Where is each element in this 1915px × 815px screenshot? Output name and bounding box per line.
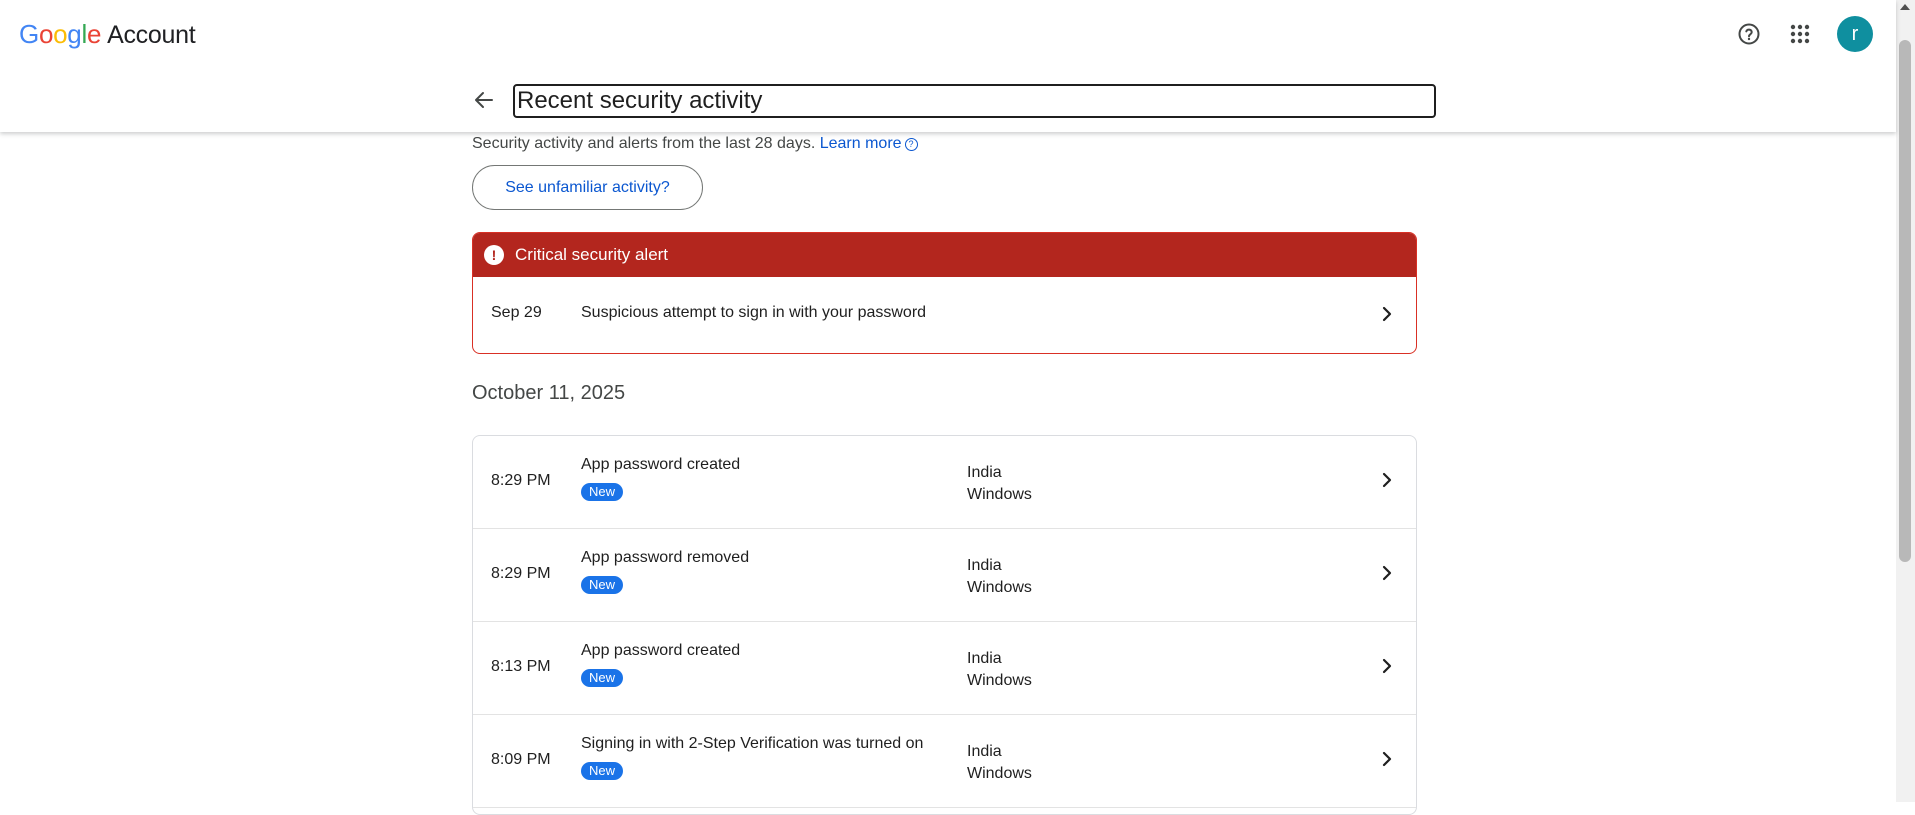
event-country: India bbox=[967, 464, 1002, 481]
section-date-heading: October 11, 2025 bbox=[472, 382, 626, 404]
event-device: Windows bbox=[967, 486, 1032, 503]
google-account-logo[interactable]: Google Account bbox=[19, 18, 196, 50]
event-location: India Windows bbox=[967, 555, 1032, 599]
learn-more-link[interactable]: Learn more? bbox=[820, 135, 918, 152]
alert-date: Sep 29 bbox=[491, 304, 542, 321]
activity-row[interactable]: 8:13 PM App password created New India W… bbox=[473, 622, 1416, 715]
alert-title: Suspicious attempt to sign in with your … bbox=[581, 304, 927, 321]
event-country: India bbox=[967, 650, 1002, 667]
product-name: Account bbox=[107, 21, 196, 49]
logo-letter: e bbox=[86, 19, 102, 49]
logo-letter: o bbox=[53, 19, 68, 49]
arrow-back-icon bbox=[475, 92, 493, 108]
event-title: App password created bbox=[581, 642, 741, 659]
event-time: 8:29 PM bbox=[491, 472, 551, 489]
activity-row[interactable]: 8:29 PM App password created New India W… bbox=[473, 436, 1416, 529]
activity-list: 8:29 PM App password created New India W… bbox=[472, 435, 1417, 815]
new-badge: New bbox=[581, 669, 624, 687]
chevron-right-icon bbox=[1382, 658, 1392, 674]
event-device: Windows bbox=[967, 765, 1032, 782]
page-scrollbar[interactable] bbox=[1896, 0, 1915, 802]
event-title: Signing in with 2-Step Verification was … bbox=[581, 735, 924, 752]
event-time: 8:29 PM bbox=[491, 565, 551, 582]
event-title: App password removed bbox=[581, 549, 750, 566]
page-title: Recent security activity bbox=[513, 84, 1436, 118]
chevron-right-icon bbox=[1382, 751, 1392, 767]
intro-description: Security activity and alerts from the la… bbox=[472, 135, 816, 152]
top-app-bar: Google Account r Recent security activit… bbox=[0, 0, 1896, 132]
activity-row[interactable]: 8:09 PM Signing in with 2-Step Verificat… bbox=[473, 715, 1416, 808]
scroll-up-arrow-icon[interactable] bbox=[1900, 4, 1910, 10]
event-title: App password created bbox=[581, 456, 741, 473]
chevron-right-icon bbox=[1382, 306, 1392, 322]
see-unfamiliar-activity-button[interactable]: See unfamiliar activity? bbox=[472, 165, 703, 210]
apps-grid-icon bbox=[1790, 24, 1810, 44]
event-device: Windows bbox=[967, 579, 1032, 596]
critical-alert-header: ! Critical security alert bbox=[473, 233, 1416, 277]
activity-row[interactable]: 8:29 PM App password removed New India W… bbox=[473, 529, 1416, 622]
new-badge: New bbox=[581, 576, 624, 594]
event-country: India bbox=[967, 557, 1002, 574]
critical-alert-card: ! Critical security alert Sep 29 Suspici… bbox=[472, 232, 1417, 354]
event-country: India bbox=[967, 743, 1002, 760]
chevron-right-icon bbox=[1382, 565, 1392, 581]
event-time: 8:09 PM bbox=[491, 751, 551, 768]
new-badge: New bbox=[581, 762, 624, 780]
event-location: India Windows bbox=[967, 648, 1032, 692]
logo-letter: g bbox=[67, 19, 82, 49]
event-location: India Windows bbox=[967, 462, 1032, 506]
account-avatar[interactable]: r bbox=[1837, 16, 1873, 52]
intro-text: Security activity and alerts from the la… bbox=[472, 133, 918, 155]
learn-more-label: Learn more bbox=[819, 135, 902, 152]
alert-item-row[interactable]: Sep 29 Suspicious attempt to sign in wit… bbox=[473, 277, 1416, 353]
event-device: Windows bbox=[967, 672, 1032, 689]
alert-icon: ! bbox=[484, 245, 504, 265]
event-time: 8:13 PM bbox=[491, 658, 551, 675]
google-apps-button[interactable] bbox=[1781, 15, 1819, 53]
new-badge: New bbox=[581, 483, 624, 501]
scrollbar-thumb[interactable] bbox=[1899, 40, 1911, 562]
logo-letter: o bbox=[38, 19, 54, 49]
chevron-right-icon bbox=[1382, 472, 1392, 488]
help-button[interactable] bbox=[1730, 15, 1768, 53]
help-circle-icon: ? bbox=[904, 138, 918, 151]
help-circle-icon bbox=[1738, 23, 1760, 45]
logo-letter: G bbox=[19, 19, 39, 49]
critical-alert-title: Critical security alert bbox=[515, 245, 669, 264]
back-button[interactable] bbox=[466, 82, 502, 118]
event-location: India Windows bbox=[967, 741, 1032, 785]
